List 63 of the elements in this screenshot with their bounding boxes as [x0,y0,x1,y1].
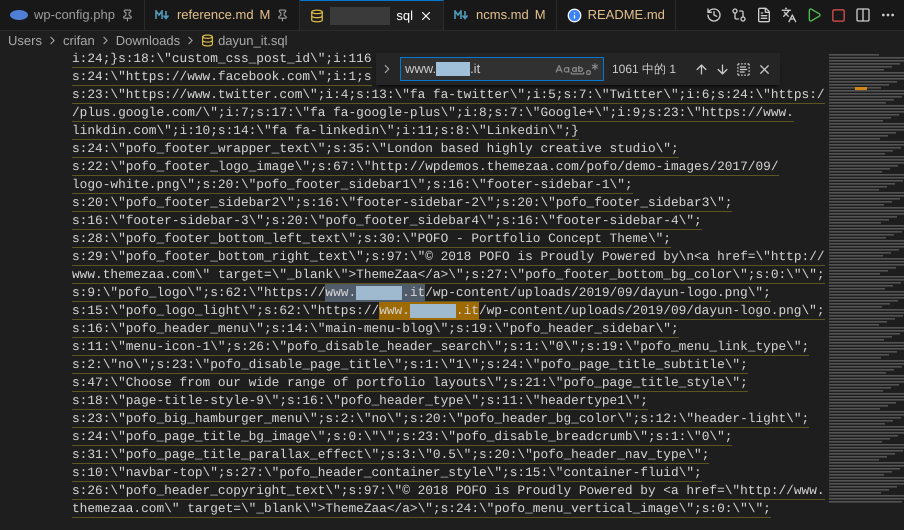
code-line: s:24:\"pofo_footer_wrapper_text\";s:35:\"London based highly creative studio\"; [72,140,679,158]
database-icon [201,34,214,47]
code-line: s:15:\"pofo_logo_light\";s:62:\"https://www. .it/wp-content/uploads/2019/09/dayun-logo.png\"; [72,302,825,320]
code-line: s:24:\"pofo_page_title_bg_image\";s:0:\"\";s:23:\"pofo_disable_breadcrumb\";s:1:\"0\"; [72,428,732,446]
modified-label: M [260,6,270,24]
tab-label: ncms.md [476,6,529,24]
stop-icon[interactable] [831,8,846,22]
info-icon [566,8,582,22]
editor-tab[interactable]: sql [300,0,444,30]
code-line: linkdin.com\";i:10;s:14:\"fa fa-linkedin\";i:11;s:8:\"Linkedin\";} [72,122,579,140]
breadcrumb-item[interactable]: dayun_it.sql [218,30,288,50]
php-icon [10,10,28,20]
code-line: s:24:\"https://www.facebook.com\";i:1;s [72,68,372,86]
search-match: www. .it [379,302,479,320]
database-icon [310,8,324,22]
compare-icon[interactable] [731,7,747,23]
code-line: s:22:\"pofo_footer_logo_image\";s:67:\"http://wpdemos.themezaa.com/pofo/demo-images/2017/09/ [72,158,779,176]
code-line: s:28:\"pofo_footer_bottom_left_text\";s:30:\"POFO - Portfolio Concept Theme\"; [72,230,671,248]
code-line: s:23:\"https://www.twitter.com\";i:4;s:13:\"fa fa-twitter\";i:5;s:7:\"Twitter\";i:6;s:24:\"https:/ [72,86,825,104]
code-line: s:23:\"pofo_big_hamburger_menu\";s:2:\"no\";s:20:\"pofo_header_bg_color\";s:12:\"header-light\"; [72,410,810,428]
redacted-block [436,62,470,76]
tab-label: README.md [588,6,665,24]
preview-icon[interactable] [756,7,772,23]
search-field[interactable]: www. .it [400,57,604,81]
code-line: themezaa.com\" target=\"_blank\">ThemeZaa</a>\";s:24:\"pofo_menu_vertical_image\";s:0:\"\"; [72,500,771,518]
code-line: logo-white.png\";s:20:\"pofo_footer_sidebar1\";s:16:\"footer-sidebar-1\"; [72,176,633,194]
tab-label: wp-config.php [34,6,115,24]
code-line: s:18:\"page-title-style-9\";s:16:\"pofo_header_type\";s:11:\"headertype1\"; [72,392,648,410]
run-icon[interactable] [806,7,822,23]
redacted-block [410,304,456,318]
arrow-down-icon[interactable] [715,62,730,76]
regex-icon[interactable] [585,62,599,76]
tab-label: reference.md [176,6,254,24]
tab-label: sql [396,6,414,25]
code-line: s:11:\"menu-icon-1\";s:26:\"pofo_disable_header_search\";s:1:\"0\";s:19:\"pofo_menu_link_type\"; [72,338,810,356]
redacted-block [356,286,402,300]
match-count: 1061 中的 1 [612,61,676,78]
code-line: /plus.google.com/\";i:7;s:17:\"fa fa-google-plus\";i:8;s:7:\"Google+\";i:9;s:23:\"https://www. [72,104,794,122]
code-line: s:20:\"pofo_footer_sidebar2\";s:16:\"footer-sidebar-2\";s:20:\"pofo_footer_sidebar3\"; [72,194,732,212]
history-icon[interactable] [706,7,722,23]
translate-icon[interactable] [781,7,797,23]
code-line: i:24;}s:18:\"custom_css_post_id\";i:116 [72,50,372,68]
editor-tab[interactable]: README.md [556,0,676,30]
pin-icon[interactable] [276,8,290,22]
breadcrumb-item[interactable]: crifan [62,30,95,50]
code-line: s:29:\"pofo_footer_bottom_right_text\";s:97:\"© 2018 POFO is Proudly Powered by\n<a href=\"http:// [72,248,825,266]
markdown-icon [154,10,171,20]
breadcrumb-item[interactable]: Downloads [116,30,180,50]
code-line: s:2:\"no\";s:23:\"pofo_disable_page_title\";s:1:\"1\";s:24:\"pofo_page_title_subtitle\"; [72,356,748,374]
find-in-selection-icon[interactable] [736,62,751,76]
code-line: s:10:\"navbar-top\";s:27:\"pofo_header_container_style\";s:15:\"container-fluid\"; [72,464,702,482]
split-editor-icon[interactable] [855,7,871,23]
pin-icon[interactable] [120,8,134,22]
code-line: s:31:\"pofo_page_title_parallax_effect\";s:3:\"0.5\";s:20:\"pofo_header_nav_type\"; [72,446,710,464]
breadcrumb-item[interactable]: Users [8,30,42,50]
code-line: s:47:\"Choose from our wide range of portfolio layouts\";s:21:\"pofo_page_title_style\"; [72,374,748,392]
code-line: s:9:\"pofo_logo\";s:62:\"https://www. .it/wp-content/uploads/2019/09/dayun-logo.png\"; [72,284,771,302]
markdown-icon [454,10,470,20]
code-line: s:16:\"footer-sidebar-3\";s:20:\"pofo_footer_sidebar4\";s:16:\"footer-sidebar-4\"; [72,212,702,230]
search-match: www. .it [325,284,426,302]
code-line: s:26:\"pofo_header_copyright_text\";s:97:\"© 2018 POFO is Proudly Powered by <a href=\"http://www. [72,482,825,500]
code-line: s:16:\"pofo_header_menu\";s:14:\"main-menu-blog\";s:19:\"pofo_header_sidebar\"; [72,320,679,338]
modified-label: M [534,6,546,24]
